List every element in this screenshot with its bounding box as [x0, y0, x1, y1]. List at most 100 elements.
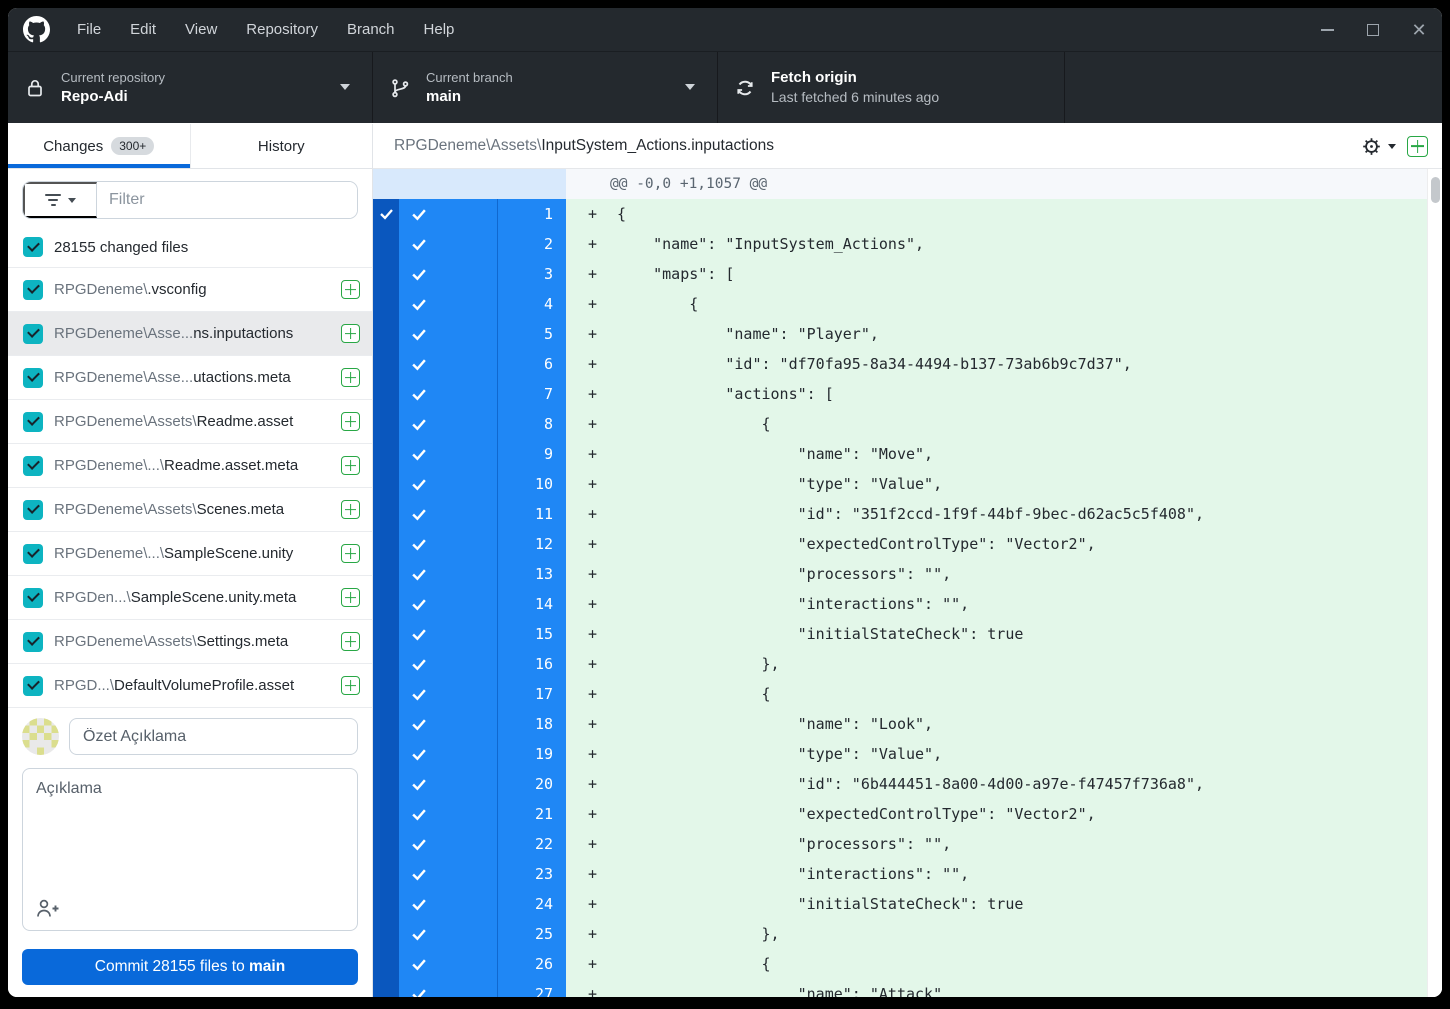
- hunk-strip-gutter[interactable]: [373, 979, 399, 997]
- tab-changes[interactable]: Changes 300+: [8, 124, 191, 168]
- file-row[interactable]: RPGDeneme\Assets\Scenes.meta: [8, 488, 372, 532]
- maximize-button[interactable]: [1350, 8, 1396, 52]
- filter-options-button[interactable]: [23, 182, 97, 218]
- file-plus-button[interactable]: [341, 456, 360, 475]
- line-include-checkbox[interactable]: [399, 559, 497, 589]
- file-checkbox[interactable]: [23, 456, 43, 476]
- line-include-checkbox[interactable]: [399, 979, 497, 997]
- file-plus-button[interactable]: [341, 368, 360, 387]
- hunk-strip-gutter[interactable]: [373, 829, 399, 859]
- file-plus-button[interactable]: [341, 280, 360, 299]
- hunk-strip-gutter[interactable]: [373, 679, 399, 709]
- line-include-checkbox[interactable]: [399, 319, 497, 349]
- file-checkbox[interactable]: [23, 368, 43, 388]
- commit-summary-input[interactable]: [69, 718, 358, 755]
- line-include-checkbox[interactable]: [399, 619, 497, 649]
- hunk-strip-gutter[interactable]: [373, 739, 399, 769]
- line-include-checkbox[interactable]: [399, 919, 497, 949]
- hunk-strip-gutter[interactable]: [373, 439, 399, 469]
- file-row[interactable]: RPGDen...\SampleScene.unity.meta: [8, 576, 372, 620]
- file-checkbox[interactable]: [23, 544, 43, 564]
- hunk-strip-gutter[interactable]: [373, 259, 399, 289]
- line-include-checkbox[interactable]: [399, 709, 497, 739]
- tab-history[interactable]: History: [191, 124, 373, 168]
- hunk-strip-gutter[interactable]: [373, 229, 399, 259]
- line-include-checkbox[interactable]: [399, 589, 497, 619]
- line-include-checkbox[interactable]: [399, 289, 497, 319]
- minimize-button[interactable]: [1304, 8, 1350, 52]
- line-include-checkbox[interactable]: [399, 739, 497, 769]
- menu-item[interactable]: Branch: [347, 21, 395, 38]
- hunk-strip-gutter[interactable]: [373, 199, 399, 229]
- file-row[interactable]: RPGD...\DefaultVolumeProfile.asset: [8, 664, 372, 708]
- select-all-checkbox[interactable]: [23, 237, 43, 257]
- line-include-checkbox[interactable]: [399, 799, 497, 829]
- file-checkbox[interactable]: [23, 324, 43, 344]
- file-checkbox[interactable]: [23, 280, 43, 300]
- line-include-checkbox[interactable]: [399, 199, 497, 229]
- file-plus-button[interactable]: [341, 588, 360, 607]
- file-checkbox[interactable]: [23, 676, 43, 696]
- file-plus-button[interactable]: [341, 412, 360, 431]
- menu-item[interactable]: Repository: [246, 21, 318, 38]
- hunk-strip-gutter[interactable]: [373, 319, 399, 349]
- hunk-strip-gutter[interactable]: [373, 799, 399, 829]
- line-include-checkbox[interactable]: [399, 529, 497, 559]
- hunk-strip-gutter[interactable]: [373, 499, 399, 529]
- line-include-checkbox[interactable]: [399, 379, 497, 409]
- file-checkbox[interactable]: [23, 588, 43, 608]
- add-coauthor-button[interactable]: [35, 897, 61, 919]
- hunk-strip-gutter[interactable]: [373, 289, 399, 319]
- hunk-strip-gutter[interactable]: [373, 649, 399, 679]
- expand-diff-button[interactable]: [1407, 136, 1428, 157]
- line-include-checkbox[interactable]: [399, 889, 497, 919]
- diff-options-button[interactable]: [1359, 134, 1398, 159]
- menu-item[interactable]: Edit: [130, 21, 156, 38]
- file-plus-button[interactable]: [341, 324, 360, 343]
- hunk-strip-gutter[interactable]: [373, 769, 399, 799]
- file-plus-button[interactable]: [341, 544, 360, 563]
- file-row[interactable]: RPGDeneme\Asse...ns.inputactions: [8, 312, 372, 356]
- hunk-strip-gutter[interactable]: [373, 589, 399, 619]
- commit-description-textarea[interactable]: [22, 768, 358, 931]
- hunk-strip-gutter[interactable]: [373, 919, 399, 949]
- hunk-select-gutter[interactable]: [373, 169, 566, 199]
- line-include-checkbox[interactable]: [399, 259, 497, 289]
- file-row[interactable]: RPGDeneme\Asse...utactions.meta: [8, 356, 372, 400]
- diff-scrollbar-thumb[interactable]: [1431, 177, 1440, 203]
- line-include-checkbox[interactable]: [399, 829, 497, 859]
- menu-item[interactable]: File: [77, 21, 101, 38]
- hunk-strip-gutter[interactable]: [373, 949, 399, 979]
- file-checkbox[interactable]: [23, 632, 43, 652]
- line-include-checkbox[interactable]: [399, 859, 497, 889]
- menu-item[interactable]: Help: [424, 21, 455, 38]
- file-checkbox[interactable]: [23, 412, 43, 432]
- file-row[interactable]: RPGDeneme\...\SampleScene.unity: [8, 532, 372, 576]
- line-include-checkbox[interactable]: [399, 769, 497, 799]
- diff-scrollbar-track[interactable]: [1427, 169, 1442, 997]
- file-plus-button[interactable]: [341, 676, 360, 695]
- hunk-strip-gutter[interactable]: [373, 559, 399, 589]
- hunk-strip-gutter[interactable]: [373, 409, 399, 439]
- fetch-origin-button[interactable]: Fetch origin Last fetched 6 minutes ago: [718, 52, 1065, 123]
- menu-item[interactable]: View: [185, 21, 217, 38]
- hunk-strip-gutter[interactable]: [373, 619, 399, 649]
- line-include-checkbox[interactable]: [399, 229, 497, 259]
- hunk-strip-gutter[interactable]: [373, 349, 399, 379]
- hunk-strip-gutter[interactable]: [373, 469, 399, 499]
- commit-button[interactable]: Commit 28155 files to main: [22, 949, 358, 985]
- line-include-checkbox[interactable]: [399, 439, 497, 469]
- hunk-strip-gutter[interactable]: [373, 889, 399, 919]
- file-checkbox[interactable]: [23, 500, 43, 520]
- file-plus-button[interactable]: [341, 500, 360, 519]
- close-button[interactable]: ✕: [1396, 8, 1442, 52]
- line-include-checkbox[interactable]: [399, 949, 497, 979]
- file-plus-button[interactable]: [341, 632, 360, 651]
- hunk-strip-gutter[interactable]: [373, 379, 399, 409]
- line-include-checkbox[interactable]: [399, 409, 497, 439]
- line-include-checkbox[interactable]: [399, 499, 497, 529]
- file-row[interactable]: RPGDeneme\...\Readme.asset.meta: [8, 444, 372, 488]
- file-row[interactable]: RPGDeneme\Assets\Settings.meta: [8, 620, 372, 664]
- filter-input[interactable]: [97, 182, 357, 218]
- hunk-strip-gutter[interactable]: [373, 529, 399, 559]
